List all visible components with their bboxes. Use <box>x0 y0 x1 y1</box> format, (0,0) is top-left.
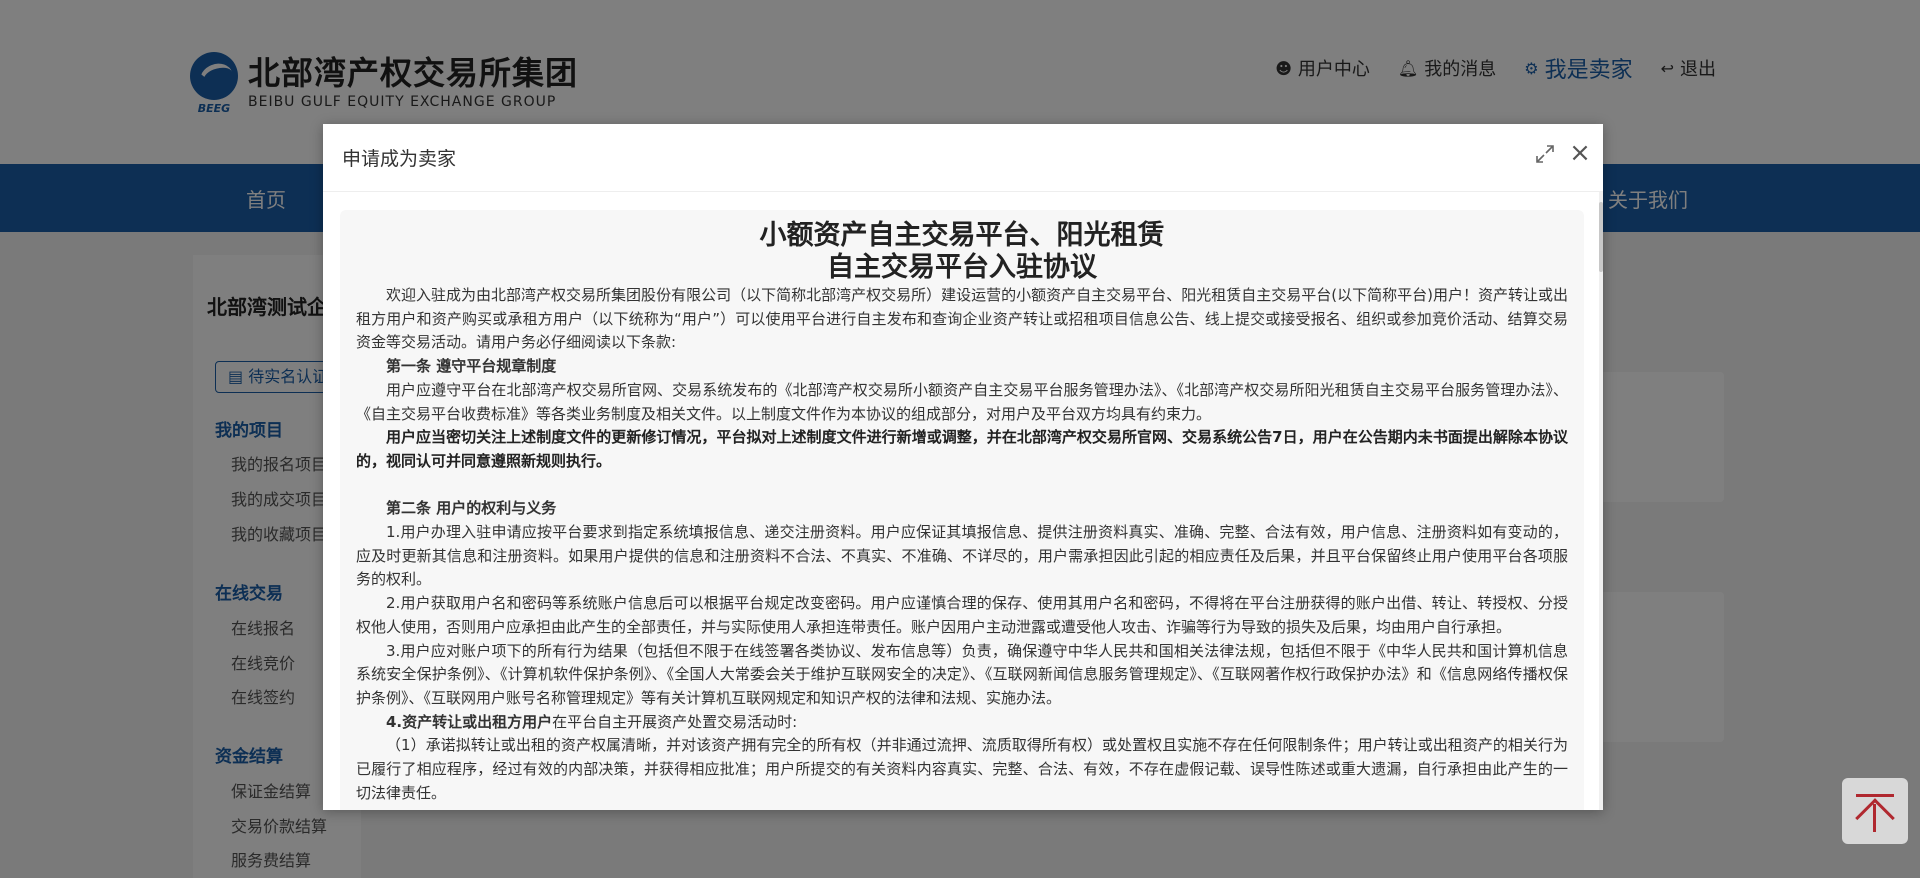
agreement-title-line1: 小额资产自主交易平台、阳光租赁 <box>759 220 1165 251</box>
seller-apply-modal: 申请成为卖家 × 小额资产自主交易平台、阳光租赁 自主交易平台入驻协议 欢迎入驻… <box>323 124 1603 810</box>
modal-title: 申请成为卖家 <box>342 148 457 170</box>
article-2-item-3: 3.用户应对账户项下的所有行为结果（包括但不限于在线签署各类协议、发布信息等）负… <box>356 641 1568 707</box>
article-2-item-4-rest: 在平台自主开展资产处置交易活动时: <box>552 712 798 731</box>
modal-body[interactable]: 小额资产自主交易平台、阳光租赁 自主交易平台入驻协议 欢迎入驻成为由北部湾产权交… <box>323 192 1603 810</box>
agreement-title: 小额资产自主交易平台、阳光租赁 自主交易平台入驻协议 <box>356 220 1568 284</box>
agreement-document: 小额资产自主交易平台、阳光租赁 自主交易平台入驻协议 欢迎入驻成为由北部湾产权交… <box>340 210 1584 810</box>
modal-header: 申请成为卖家 × <box>323 124 1603 192</box>
scrollbar-thumb[interactable] <box>1599 202 1603 272</box>
article-2-title: 第二条 用户的权利与义务 <box>386 499 557 518</box>
article-1-paragraph-1: 用户应遵守平台在北部湾产权交易所官网、交易系统发布的《北部湾产权交易所小额资产自… <box>356 380 1568 423</box>
article-1-title: 第一条 遵守平台规章制度 <box>386 357 557 376</box>
article-2-item-4-bold: 4.资产转让或出租方用户 <box>386 712 553 731</box>
close-icon[interactable]: × <box>1568 140 1592 166</box>
article-2-item-4-sub-1: （1）承诺拟转让或出租的资产权属清晰，并对该资产拥有完全的所有权（并非通过流押、… <box>356 736 1568 802</box>
modal-scrollbar[interactable] <box>1599 192 1603 810</box>
article-2-item-1: 1.用户办理入驻申请应按平台要求到指定系统填报信息、递交注册资料。用户应保证其填… <box>356 523 1568 589</box>
arrow-up-icon <box>1856 794 1894 797</box>
article-1-paragraph-2: 用户应当密切关注上述制度文件的更新修订情况，平台拟对上述制度文件进行新增或调整，… <box>356 428 1568 470</box>
agreement-intro: 欢迎入驻成为由北部湾产权交易所集团股份有限公司（以下简称北部湾产权交易所）建设运… <box>356 286 1568 352</box>
back-to-top-button[interactable] <box>1842 778 1908 844</box>
article-2-item-4: 4.资产转让或出租方用户在平台自主开展资产处置交易活动时: <box>356 711 1568 735</box>
agreement-title-line2: 自主交易平台入驻协议 <box>827 252 1097 283</box>
article-2-item-2: 2.用户获取用户名和密码等系统账户信息后可以根据平台规定改变密码。用户应谨慎合理… <box>356 594 1568 636</box>
expand-icon[interactable] <box>1535 144 1555 164</box>
